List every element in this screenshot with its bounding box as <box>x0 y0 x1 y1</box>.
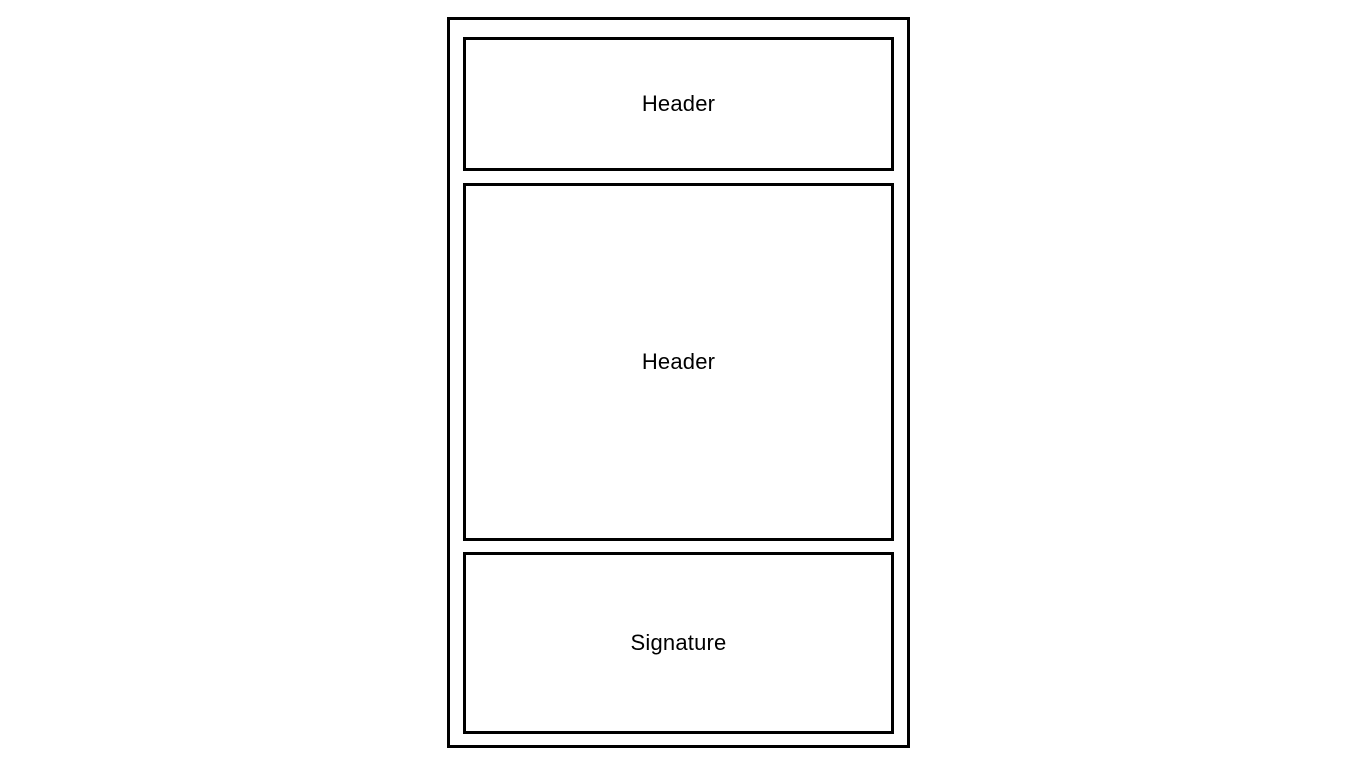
header-top-label: Header <box>641 91 716 116</box>
signature-label: Signature <box>630 630 727 655</box>
header-main-label: Header <box>641 349 716 374</box>
header-section-main: Header <box>463 183 894 541</box>
wireframe-page: Header Header Signature <box>0 0 1360 764</box>
header-section-top: Header <box>463 37 894 171</box>
signature-section: Signature <box>463 552 894 734</box>
